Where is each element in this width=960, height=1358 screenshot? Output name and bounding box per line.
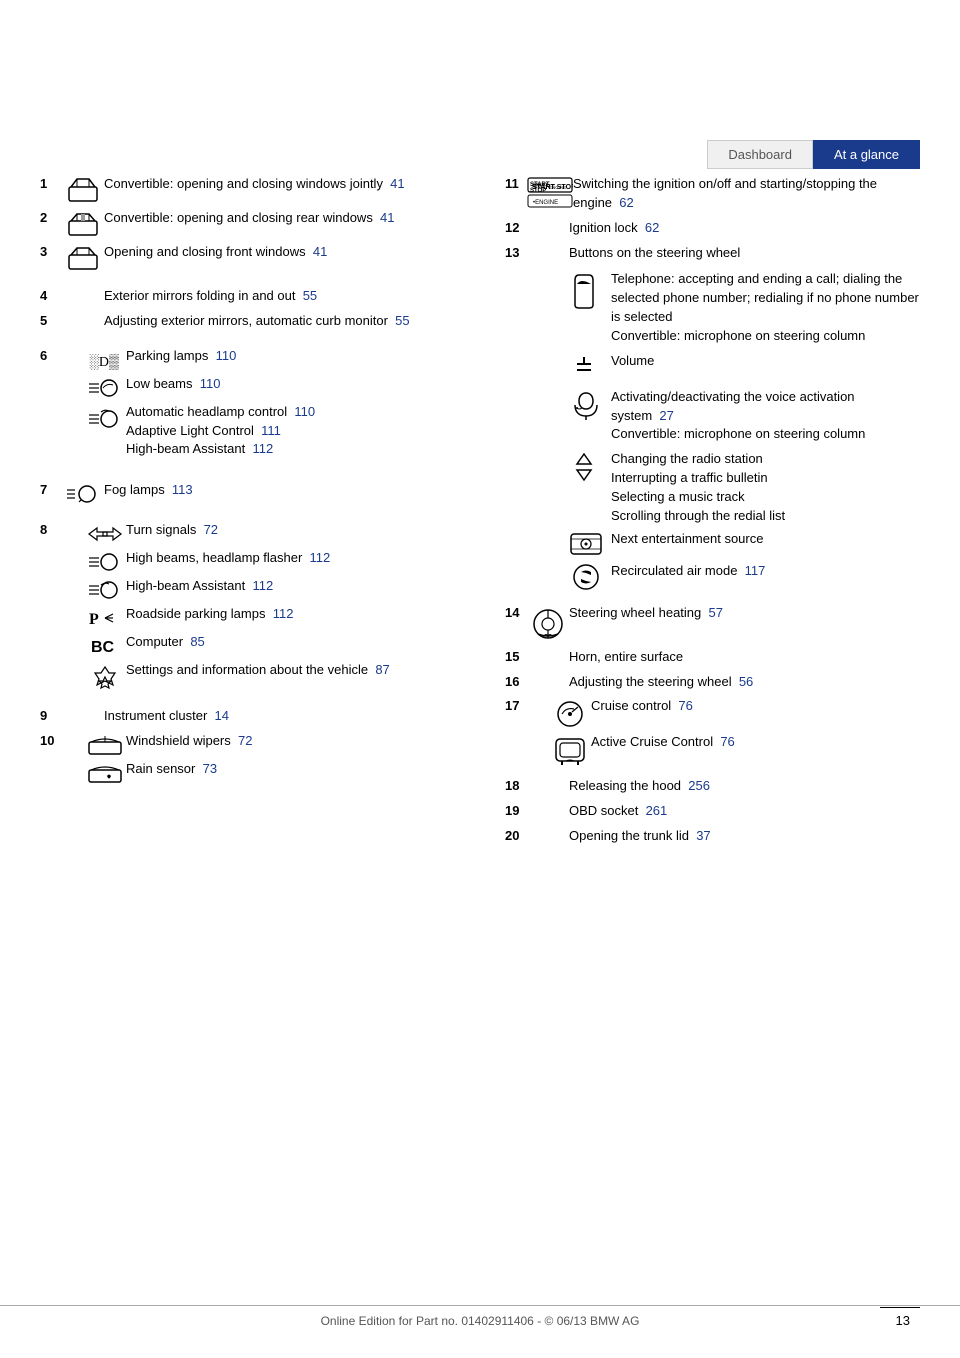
- list-item: 11 START START START STOP START STOP ENG…: [505, 175, 920, 213]
- no-icon: [527, 219, 569, 221]
- list-item: Automatic headlamp control 110 Adaptive …: [84, 403, 455, 460]
- tab-dashboard[interactable]: Dashboard: [707, 140, 813, 169]
- list-item: 10 Windshield wipers 72: [40, 732, 455, 788]
- rain-sensor-icon: [84, 760, 126, 784]
- radio-up-icon: [569, 450, 611, 484]
- list-item: 20 Opening the trunk lid 37: [505, 827, 920, 846]
- no-icon: [527, 827, 569, 829]
- svg-text:ENGINE: ENGINE: [549, 185, 566, 190]
- steering-heat-icon: [527, 604, 569, 642]
- svg-text:P: P: [89, 611, 99, 628]
- list-item: 7 Fog lamps 113: [40, 481, 455, 505]
- recirc-icon: [569, 562, 611, 592]
- auto-headlamp-icon: [84, 403, 126, 433]
- list-item: Rain sensor 73: [84, 760, 455, 784]
- no-icon: [527, 802, 569, 804]
- list-item: High beams, headlamp flasher 112: [84, 549, 455, 573]
- list-item: Active Cruise Control 76: [549, 733, 920, 767]
- front-windows-icon: [62, 243, 104, 271]
- convertible-open-icon: [62, 175, 104, 203]
- cruise-icon: [549, 697, 591, 729]
- list-item: 17 Cruise control 76: [505, 697, 920, 771]
- top-nav: Dashboard At a glance: [707, 140, 920, 169]
- list-item: ░D▒ Parking lamps 110: [84, 347, 455, 371]
- no-icon: [62, 312, 104, 314]
- no-icon: [527, 673, 569, 675]
- list-item: 1 Convertible: opening and closing windo…: [40, 175, 455, 203]
- list-item: 6 ░D▒ Parking lamps 110: [40, 347, 455, 476]
- computer-icon: BC: [84, 633, 126, 657]
- phone-icon: [569, 270, 611, 312]
- footer: Online Edition for Part no. 01402911406 …: [0, 1305, 960, 1328]
- parking-lamps-icon: ░D▒: [84, 347, 126, 371]
- list-item: Low beams 110: [84, 375, 455, 399]
- turn-signals-icon: [84, 521, 126, 545]
- start-stop-icon: START START START STOP START STOP ENGINE…: [527, 175, 573, 209]
- no-icon: [527, 777, 569, 779]
- svg-text:░D▒: ░D▒: [89, 354, 119, 370]
- svg-text:STOP: STOP: [530, 188, 546, 194]
- no-icon: [527, 648, 569, 650]
- svg-text:BC: BC: [91, 639, 115, 656]
- page-wrapper: Dashboard At a glance 1: [0, 0, 960, 1358]
- list-item: 3 Opening and closing front windows 41: [40, 243, 455, 271]
- list-item: 2 Convertible: opening and closing rear …: [40, 209, 455, 237]
- volume-icon: [569, 352, 611, 382]
- list-item: 15 Horn, entire surface: [505, 648, 920, 667]
- active-cruise-icon: [549, 733, 591, 767]
- convertible-rear-icon: [62, 209, 104, 237]
- list-item: 5 Adjusting exterior mirrors, automatic …: [40, 312, 455, 331]
- page-number: 13: [896, 1313, 910, 1328]
- tab-at-a-glance[interactable]: At a glance: [813, 140, 920, 169]
- high-beams-icon: [84, 549, 126, 573]
- low-beams-icon: [84, 375, 126, 399]
- list-item: 16 Adjusting the steering wheel 56: [505, 673, 920, 692]
- list-item: High-beam Assistant 112: [84, 577, 455, 601]
- list-item: 18 Releasing the hood 256: [505, 777, 920, 796]
- no-icon: [527, 244, 569, 246]
- list-item: 8 Turn signals 72: [40, 521, 455, 701]
- voice-icon: [569, 388, 611, 422]
- list-item: 12 Ignition lock 62: [505, 219, 920, 238]
- footer-text: Online Edition for Part no. 01402911406 …: [321, 1314, 640, 1328]
- wipers-icon: [84, 732, 126, 756]
- list-item: BC Computer 85: [84, 633, 455, 657]
- list-item: 9 Instrument cluster 14: [40, 707, 455, 726]
- list-item: Windshield wipers 72: [84, 732, 455, 756]
- right-column: 11 START START START STOP START STOP ENG…: [495, 175, 920, 1278]
- no-icon: [62, 707, 104, 709]
- fog-lamps-icon: [62, 481, 104, 505]
- list-item: 4 Exterior mirrors folding in and out 55: [40, 287, 455, 306]
- no-icon: [62, 287, 104, 289]
- settings-icon: [84, 661, 126, 691]
- page-number-line: [880, 1307, 920, 1308]
- list-item: Settings and information about the vehic…: [84, 661, 455, 691]
- list-item: 13 Buttons on the steering wheel Telepho…: [505, 244, 920, 598]
- left-column: 1 Convertible: opening and closing windo…: [40, 175, 465, 1278]
- main-content: 1 Convertible: opening and closing windo…: [40, 175, 920, 1278]
- next-source-icon: [569, 530, 611, 558]
- list-item: Turn signals 72: [84, 521, 455, 545]
- roadside-icon: P: [84, 605, 126, 629]
- high-beam-asst-icon: [84, 577, 126, 601]
- list-item: Cruise control 76: [549, 697, 920, 729]
- list-item: 14 Steering wheel heating 57: [505, 604, 920, 642]
- svg-text:•ENGINE: •ENGINE: [533, 200, 558, 206]
- list-item: 19 OBD socket 261: [505, 802, 920, 821]
- list-item: P Roadside parking lamps 112: [84, 605, 455, 629]
